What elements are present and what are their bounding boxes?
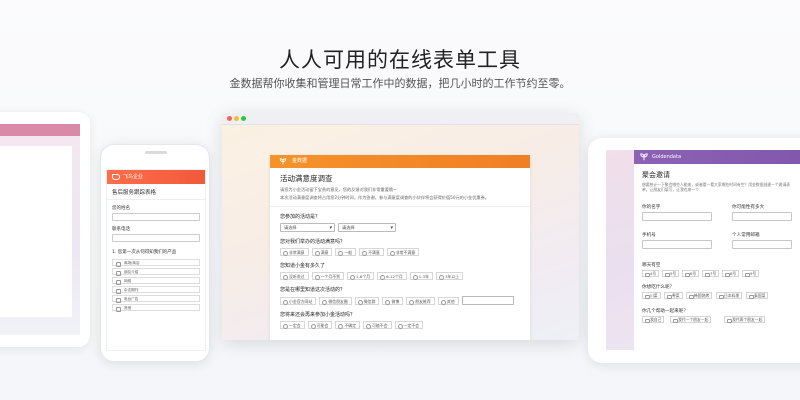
radio-option[interactable]: 不确定: [335, 321, 361, 329]
radio-option[interactable]: 不满意: [359, 248, 384, 256]
survey-form-header: 金数据: [270, 155, 530, 168]
right-form-header: Goldendata: [634, 150, 800, 164]
day-option[interactable]: 5号: [662, 270, 680, 277]
phone-option[interactable]: 朋友介绍: [112, 268, 200, 276]
day-option[interactable]: 8号: [722, 270, 740, 277]
browser-chrome: [222, 113, 579, 125]
leaf-logo-icon: [640, 153, 648, 161]
radio-option[interactable]: 一个月不到: [311, 272, 345, 280]
radio-option[interactable]: 1-6个月: [347, 272, 375, 280]
activity-select-2[interactable]: 请选择: [338, 223, 396, 232]
field-label-likelihood: 你可能性有多大: [732, 205, 765, 210]
phone-form-header: 飞鸟企业: [107, 170, 205, 184]
phone-option[interactable]: 电台广告: [112, 295, 200, 303]
left-tablet-screen: 一起: [0, 124, 80, 335]
other-text-input[interactable]: [461, 296, 514, 305]
checkbox-option[interactable]: 其他: [437, 296, 459, 305]
phone-name-input[interactable]: [112, 213, 200, 221]
day-option[interactable]: 4号: [642, 270, 660, 277]
browser-brand: 金数据: [292, 158, 308, 164]
survey-desc-2: 本次活动满意度调查将占用您2分钟时间，作为答谢，参与满意度调查的小伙伴将会获得价…: [280, 195, 489, 200]
browser-canvas: 金数据 活动满意度调查 请您为小金活动留下宝贵的意见，您的反馈对我们非常重要哦~…: [222, 125, 579, 340]
radio-option[interactable]: 可能不会: [363, 321, 392, 329]
phone-option[interactable]: 网络: [112, 277, 200, 285]
phone-brand: 飞鸟企业: [123, 174, 144, 180]
invitation-form: 聚会邀请 想要统计一下聚会哪些人能来，或者看一看大家哪些时间有空？用金数据创建一…: [634, 164, 800, 350]
email-input[interactable]: [732, 240, 792, 249]
invitation-desc: 想要统计一下聚会哪些人能来，或者看一看大家哪些时间有空？用金数据创建一个邀请表单…: [642, 182, 791, 192]
likelihood-input[interactable]: [732, 212, 792, 221]
help-option[interactable]: 我代两个朋友一起: [724, 316, 766, 323]
phone-option[interactable]: 商场/商店: [112, 259, 200, 267]
food-option[interactable]: 粤菜: [664, 292, 683, 299]
radio-option[interactable]: 没听说过: [280, 272, 309, 280]
phone-screen: 飞鸟企业 售后服务跟踪表格 您的姓名 联系电话 1. 您第一次从何得知我们的产品…: [106, 169, 206, 351]
food-option[interactable]: 泰国菜: [746, 292, 769, 299]
hero-headline: 人人可用的在线表单工具: [279, 48, 521, 72]
name-input[interactable]: [642, 212, 712, 221]
field-label-food: 你想吃什么呢？: [642, 285, 675, 290]
phone-input[interactable]: [642, 240, 712, 249]
leaf-logo-icon: [279, 158, 287, 165]
question-1-label: 您参加的活动是？: [280, 214, 321, 220]
survey-form: 金数据 活动满意度调查 请您为小金活动留下宝贵的意见，您的反馈对我们非常重要哦~…: [270, 155, 530, 340]
food-option[interactable]: 韩国烧烤: [686, 292, 713, 299]
hero-subline: 金数据帮你收集和管理日常工作中的数据，把几小时的工作节约至零。: [229, 77, 571, 90]
checkbox-option[interactable]: 小金官方网站: [280, 296, 317, 305]
question-2-label: 您对我们举办的活动满意吗？: [280, 239, 346, 245]
field-label-phone: 手机号: [642, 233, 656, 238]
field-label-days: 哪天有空: [642, 263, 661, 268]
phone-field-label-name: 您的姓名: [112, 206, 130, 211]
window-minimize-dot: [234, 116, 239, 121]
phone-option[interactable]: 杂志期刊: [112, 286, 200, 294]
day-option[interactable]: 9号: [742, 270, 760, 277]
checkbox-option[interactable]: 微信群: [354, 296, 380, 305]
field-label-help: 你几个帮助一起来呢？: [642, 309, 688, 314]
window-close-dot: [227, 116, 232, 121]
left-tablet-header-bar: [0, 124, 80, 136]
radio-option[interactable]: 一定会: [280, 321, 305, 329]
food-option[interactable]: 日本料理: [716, 292, 743, 299]
left-tablet-mockup: 一起: [0, 112, 90, 347]
radio-option[interactable]: 可能会: [307, 321, 333, 329]
radio-option[interactable]: 非常满意: [280, 248, 309, 256]
question-4-label: 您是在哪里知道这次活动的？: [280, 287, 346, 293]
phone-field-label-phone: 联系电话: [112, 227, 130, 232]
survey-title: 活动满意度调查: [280, 174, 333, 183]
right-brand: Goldendata: [652, 154, 682, 160]
activity-select-1[interactable]: 请选择: [280, 223, 335, 232]
window-maximize-dot: [241, 116, 246, 121]
checkbox-option[interactable]: 微博: [382, 296, 404, 305]
radio-option[interactable]: 6-12个月: [377, 272, 407, 280]
browser-mockup: 金数据 活动满意度调查 请您为小金活动留下宝贵的意见，您的反馈对我们非常重要哦~…: [222, 113, 579, 340]
help-option[interactable]: 我自己: [642, 316, 665, 323]
phone-form-title: 售后服务跟踪表格: [107, 184, 205, 200]
help-option[interactable]: 我代一个朋友一起: [670, 316, 712, 323]
day-option[interactable]: 6号: [682, 270, 700, 277]
phone-question: 1. 您第一次从何得知我们的产品: [112, 250, 177, 255]
radio-option[interactable]: 满意: [311, 248, 333, 256]
phone-phone-input[interactable]: [112, 234, 200, 242]
radio-option[interactable]: 1-3年: [409, 272, 434, 280]
checkbox-option[interactable]: 朋友推荐: [406, 296, 435, 305]
field-label-name: 你的名字: [642, 205, 661, 210]
phone-option[interactable]: 其他: [112, 304, 200, 312]
left-tablet-form: [0, 146, 72, 317]
invitation-title: 聚会邀请: [642, 171, 670, 179]
bird-logo-icon: [112, 174, 120, 180]
radio-option[interactable]: 非常不满意: [386, 248, 420, 256]
food-option[interactable]: 川菜: [642, 292, 661, 299]
field-label-email: 个人常用邮箱: [732, 233, 760, 238]
question-3-label: 您知道小金有多久了: [280, 263, 326, 269]
checkbox-option[interactable]: 微信朋友圈: [319, 296, 352, 305]
day-option[interactable]: 7号: [702, 270, 720, 277]
question-5-label: 您将来还会再来参加小金活动吗？: [280, 312, 356, 318]
radio-option[interactable]: 一般: [335, 248, 357, 256]
phone-speaker: [145, 151, 167, 154]
phone-mockup: 飞鸟企业 售后服务跟踪表格 您的姓名 联系电话 1. 您第一次从何得知我们的产品…: [100, 144, 210, 362]
radio-option[interactable]: 3年以上: [436, 272, 464, 280]
right-tablet-mockup: Goldendata 聚会邀请 想要统计一下聚会哪些人能来，或者看一看大家哪些时…: [588, 138, 800, 363]
survey-desc-1: 请您为小金活动留下宝贵的意见，您的反馈对我们非常重要哦~: [280, 187, 397, 192]
radio-option[interactable]: 一定不会: [394, 321, 424, 329]
